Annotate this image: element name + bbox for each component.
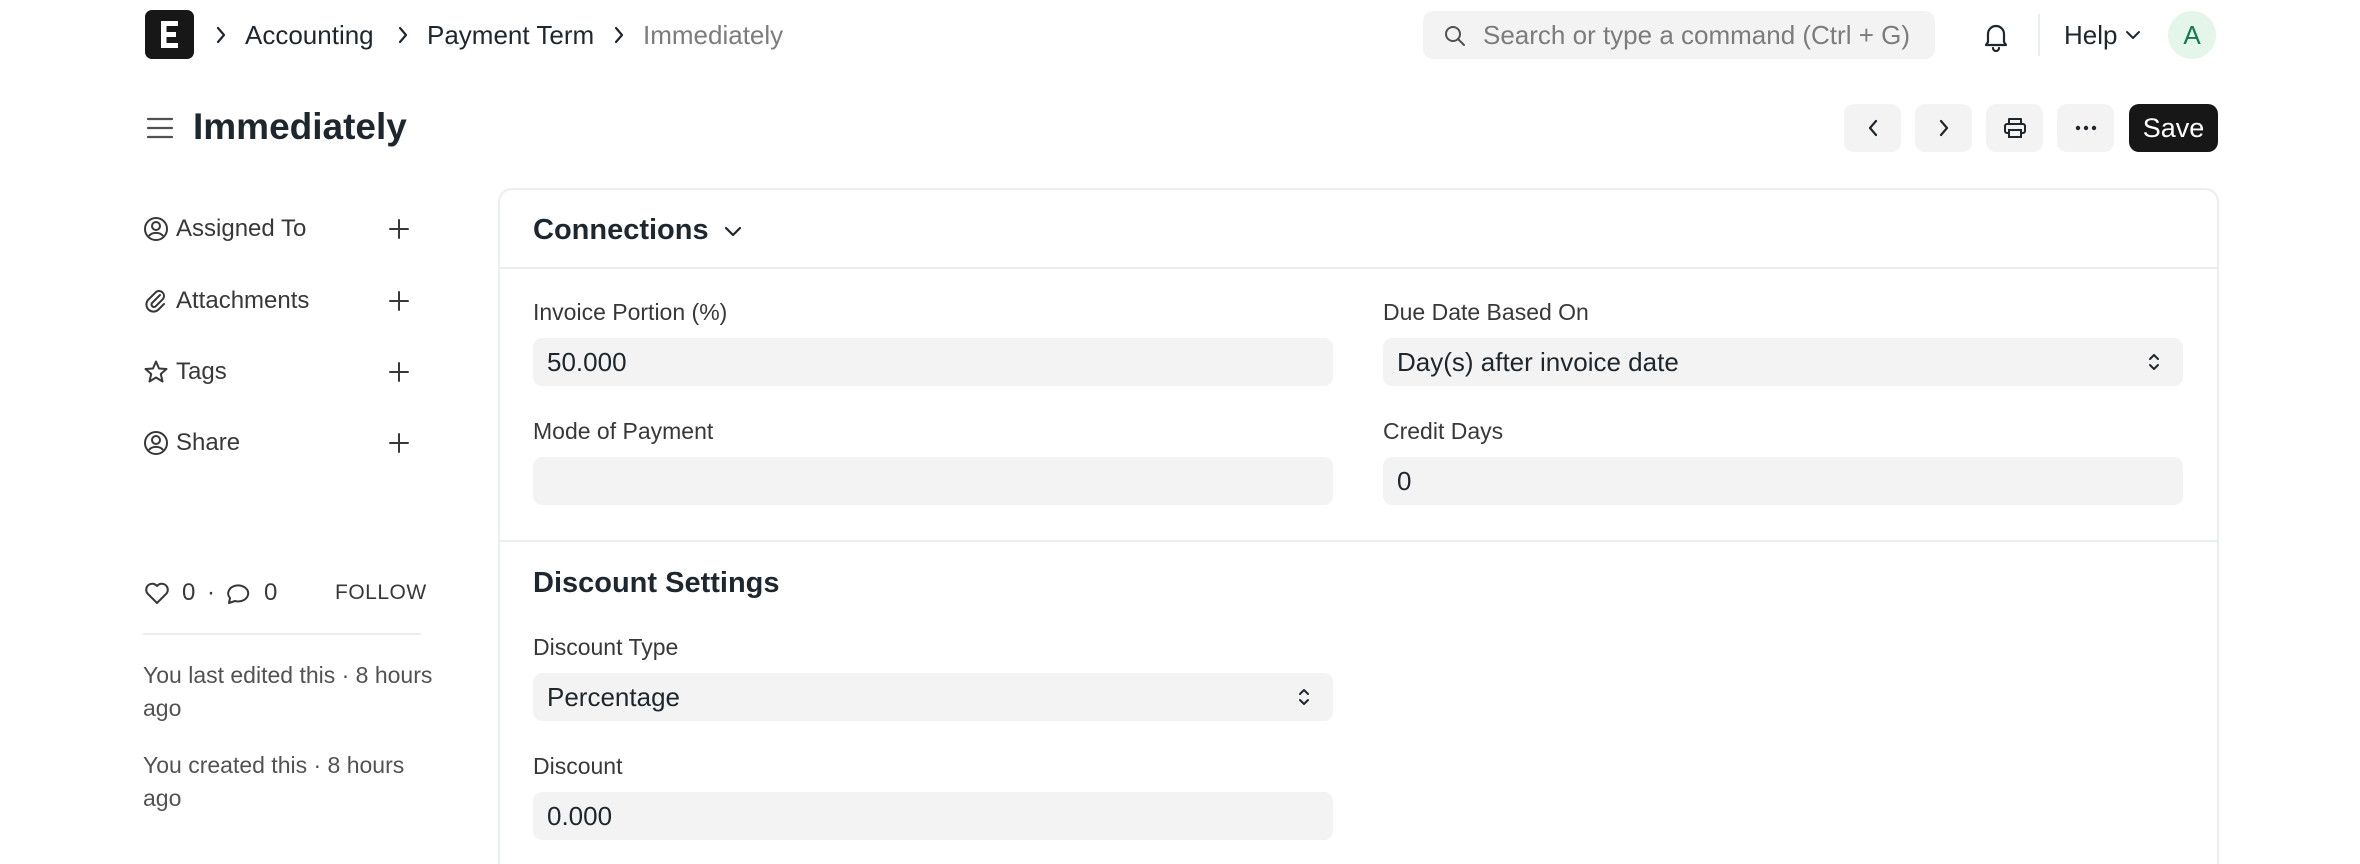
- sidebar-toggle-icon[interactable]: [145, 114, 175, 142]
- navbar-divider: [2038, 14, 2040, 56]
- stat-separator: ·: [207, 579, 215, 606]
- printer-icon: [2003, 118, 2026, 138]
- discount-value: 0.000: [547, 801, 613, 831]
- invoice-portion-value: 50.000: [547, 347, 627, 377]
- user-circle-icon: [143, 216, 169, 242]
- frappe-logo-icon: [161, 21, 178, 48]
- app-logo[interactable]: [145, 10, 194, 59]
- star-icon: [143, 359, 169, 385]
- user-avatar[interactable]: A: [2168, 11, 2216, 59]
- like-count: 0: [182, 579, 196, 606]
- search-bar[interactable]: Search or type a command (Ctrl + G): [1423, 11, 1935, 59]
- credit-days-input[interactable]: 0: [1383, 457, 2183, 505]
- timeline-created: You created this · 8 hours ago: [143, 752, 405, 811]
- credit-days-label: Credit Days: [1383, 418, 1504, 444]
- page-title: Immediately: [193, 106, 407, 147]
- share-user-icon: [143, 430, 169, 456]
- follow-button[interactable]: FOLLOW: [335, 578, 427, 608]
- select-arrows-icon: [1297, 685, 1311, 709]
- add-assignment-icon[interactable]: [387, 217, 411, 241]
- comment-count: 0: [264, 579, 278, 606]
- due-date-based-on-label: Due Date Based On: [1383, 299, 1589, 325]
- sidebar-item-share[interactable]: Share: [176, 428, 240, 458]
- breadcrumb-immediately[interactable]: Immediately: [643, 18, 783, 52]
- connections-toggle[interactable]: Connections: [533, 212, 709, 248]
- mode-of-payment-input[interactable]: [533, 457, 1333, 505]
- chevron-right-icon: [612, 24, 626, 46]
- print-button[interactable]: [1986, 104, 2043, 152]
- mode-of-payment-label: Mode of Payment: [533, 418, 714, 444]
- search-input[interactable]: Search or type a command (Ctrl + G): [1483, 18, 1910, 52]
- chevron-right-icon: [214, 24, 228, 46]
- add-share-icon[interactable]: [387, 431, 411, 455]
- ellipsis-icon: [2075, 125, 2096, 131]
- chevron-left-icon: [1868, 119, 1877, 137]
- save-button[interactable]: Save: [2129, 104, 2218, 152]
- credit-days-value: 0: [1397, 466, 1412, 496]
- breadcrumb-accounting[interactable]: Accounting: [245, 18, 374, 52]
- invoice-portion-label: Invoice Portion (%): [533, 299, 728, 325]
- timeline-last-edited: You last edited this · 8 hours ago: [143, 662, 433, 721]
- previous-record-button[interactable]: [1844, 104, 1901, 152]
- help-menu[interactable]: Help: [2064, 18, 2117, 52]
- add-attachment-icon[interactable]: [387, 289, 411, 313]
- search-icon: [1443, 24, 1467, 48]
- discount-settings-title: Discount Settings: [533, 567, 780, 599]
- due-date-based-on-value: Day(s) after invoice date: [1397, 347, 1679, 377]
- select-arrows-icon: [2147, 350, 2161, 374]
- section-divider: [499, 267, 2218, 269]
- chevron-right-icon: [396, 24, 410, 46]
- notification-bell-icon[interactable]: [1981, 20, 2011, 52]
- chevron-down-icon[interactable]: [722, 222, 744, 240]
- add-tag-icon[interactable]: [387, 360, 411, 384]
- breadcrumb-payment-term[interactable]: Payment Term: [427, 18, 594, 52]
- discount-type-select[interactable]: Percentage: [533, 673, 1333, 721]
- sidebar-item-attachments[interactable]: Attachments: [176, 286, 309, 316]
- next-record-button[interactable]: [1915, 104, 1972, 152]
- discount-type-value: Percentage: [547, 682, 680, 712]
- sidebar-item-tags[interactable]: Tags: [176, 357, 227, 387]
- chevron-right-icon: [1939, 119, 1948, 137]
- comment-icon[interactable]: [225, 580, 253, 606]
- invoice-portion-input[interactable]: 50.000: [533, 338, 1333, 386]
- form-card: [498, 188, 2219, 864]
- discount-type-label: Discount Type: [533, 634, 679, 660]
- due-date-based-on-select[interactable]: Day(s) after invoice date: [1383, 338, 2183, 386]
- discount-label: Discount: [533, 753, 623, 779]
- discount-input[interactable]: 0.000: [533, 792, 1333, 840]
- sidebar-item-assigned-to[interactable]: Assigned To: [176, 214, 306, 244]
- sidebar-divider: [143, 633, 421, 635]
- paperclip-icon: [143, 288, 169, 314]
- section-divider: [499, 540, 2218, 542]
- heart-icon[interactable]: [143, 580, 171, 606]
- more-actions-button[interactable]: [2057, 104, 2114, 152]
- chevron-down-icon[interactable]: [2124, 28, 2142, 42]
